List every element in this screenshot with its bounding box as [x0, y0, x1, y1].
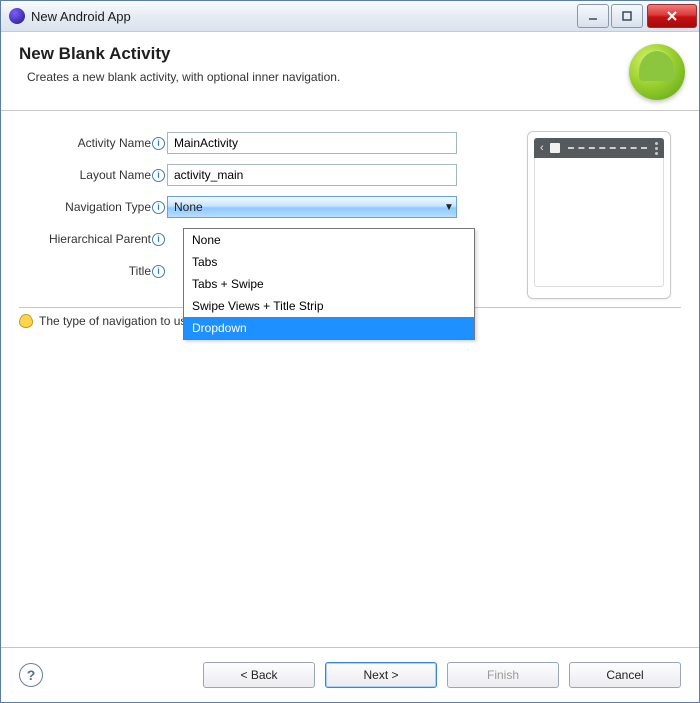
- titlebar[interactable]: New Android App: [1, 1, 699, 32]
- navigation-option[interactable]: None: [184, 229, 474, 251]
- close-button[interactable]: [647, 4, 697, 28]
- title-label: Titlei: [19, 264, 167, 278]
- back-chevron-icon: ‹: [540, 142, 544, 154]
- layout-preview: ‹: [527, 131, 671, 299]
- help-icon[interactable]: ?: [19, 663, 43, 687]
- navigation-type-label: Navigation Typei: [19, 200, 167, 214]
- navigation-option[interactable]: Tabs: [184, 251, 474, 273]
- navigation-type-combo[interactable]: None ▼: [167, 196, 457, 218]
- navigation-option[interactable]: Tabs + Swipe: [184, 273, 474, 295]
- layout-name-row: Layout Namei: [19, 161, 511, 189]
- form-area: Activity Namei Layout Namei Navigation T…: [1, 111, 699, 303]
- window-controls: [575, 4, 697, 28]
- next-button[interactable]: Next >: [325, 662, 437, 688]
- activity-name-row: Activity Namei: [19, 129, 511, 157]
- info-icon[interactable]: i: [152, 169, 165, 182]
- hierarchical-parent-label: Hierarchical Parenti: [19, 232, 167, 246]
- app-launcher-icon: [550, 143, 560, 153]
- title-placeholder-icon: [568, 147, 647, 149]
- lightbulb-icon: [19, 314, 33, 328]
- wizard-window: New Android App New Blank Activity Creat…: [0, 0, 700, 703]
- navigation-option[interactable]: Swipe Views + Title Strip: [184, 295, 474, 317]
- window-title: New Android App: [31, 9, 575, 24]
- wizard-header-text: New Blank Activity Creates a new blank a…: [19, 42, 629, 84]
- navigation-option[interactable]: Dropdown: [184, 317, 474, 339]
- chevron-down-icon: ▼: [442, 202, 456, 213]
- layout-name-label: Layout Namei: [19, 168, 167, 182]
- wizard-footer: ? < Back Next > Finish Cancel: [1, 647, 699, 702]
- info-icon[interactable]: i: [152, 137, 165, 150]
- wizard-description: Creates a new blank activity, with optio…: [27, 70, 629, 84]
- eclipse-icon: [9, 8, 25, 24]
- wizard-header: New Blank Activity Creates a new blank a…: [1, 32, 699, 111]
- layout-name-input[interactable]: [167, 164, 457, 186]
- cancel-button[interactable]: Cancel: [569, 662, 681, 688]
- activity-name-input[interactable]: [167, 132, 457, 154]
- wizard-title: New Blank Activity: [19, 44, 629, 64]
- navigation-type-dropdown[interactable]: NoneTabsTabs + SwipeSwipe Views + Title …: [183, 228, 475, 340]
- info-icon[interactable]: i: [152, 201, 165, 214]
- wizard-content: Activity Namei Layout Namei Navigation T…: [1, 111, 699, 647]
- info-icon[interactable]: i: [152, 265, 165, 278]
- back-button[interactable]: < Back: [203, 662, 315, 688]
- preview-actionbar: ‹: [534, 138, 664, 158]
- navigation-type-value: None: [168, 200, 442, 214]
- minimize-button[interactable]: [577, 4, 609, 28]
- info-icon[interactable]: i: [152, 233, 165, 246]
- form-fields: Activity Namei Layout Namei Navigation T…: [19, 129, 511, 289]
- overflow-menu-icon: [655, 142, 658, 155]
- maximize-button[interactable]: [611, 4, 643, 28]
- navigation-type-row: Navigation Typei None ▼: [19, 193, 511, 221]
- activity-name-label: Activity Namei: [19, 136, 167, 150]
- finish-button[interactable]: Finish: [447, 662, 559, 688]
- preview-body: [534, 158, 664, 287]
- android-icon: [629, 44, 685, 100]
